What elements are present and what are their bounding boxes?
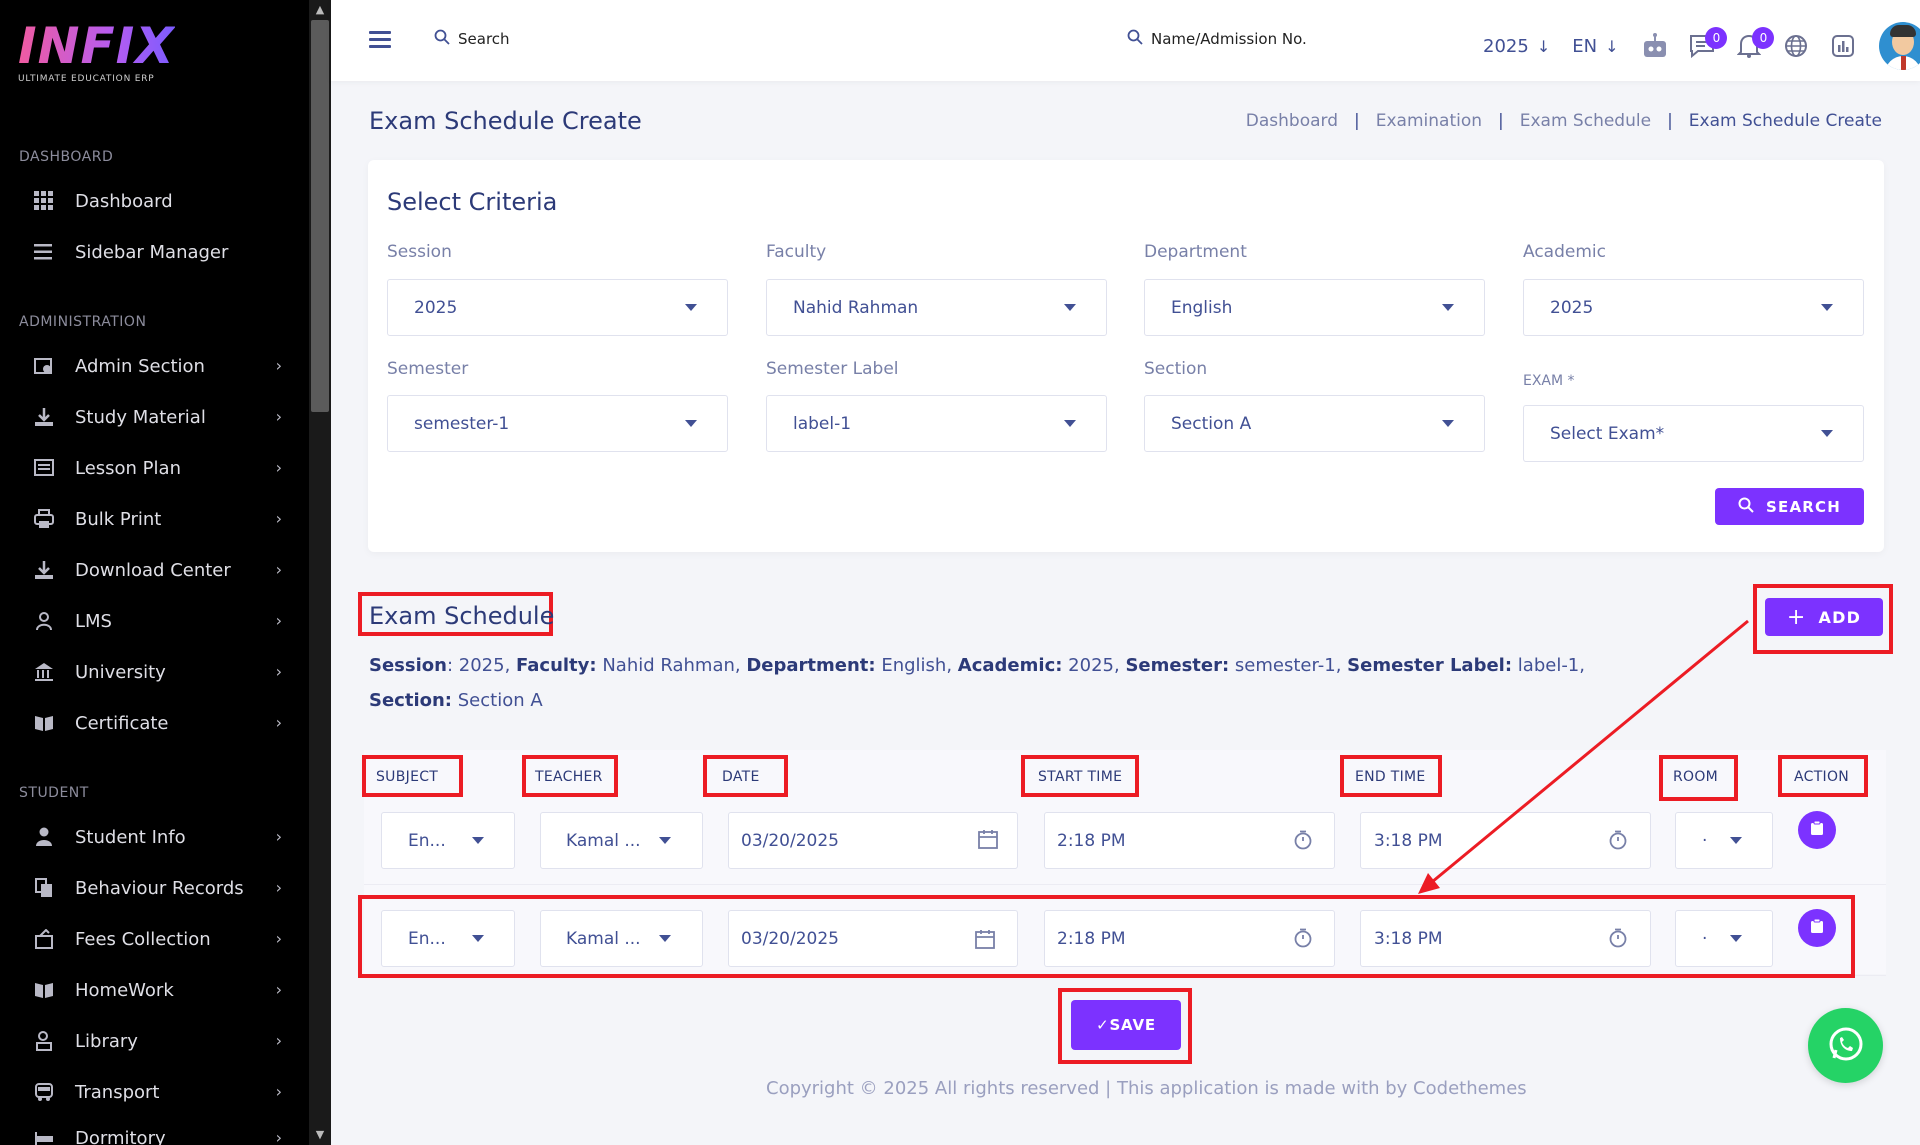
annotation-arrow bbox=[1418, 619, 1749, 894]
whatsapp-button[interactable] bbox=[1808, 1008, 1883, 1083]
footer-copyright: Copyright © 2025 All rights reserved | T… bbox=[766, 1078, 1527, 1099]
whatsapp-icon bbox=[1826, 1024, 1866, 1068]
save-button[interactable]: ✓SAVE bbox=[1071, 1000, 1181, 1050]
save-button-label: ✓SAVE bbox=[1096, 1016, 1156, 1034]
